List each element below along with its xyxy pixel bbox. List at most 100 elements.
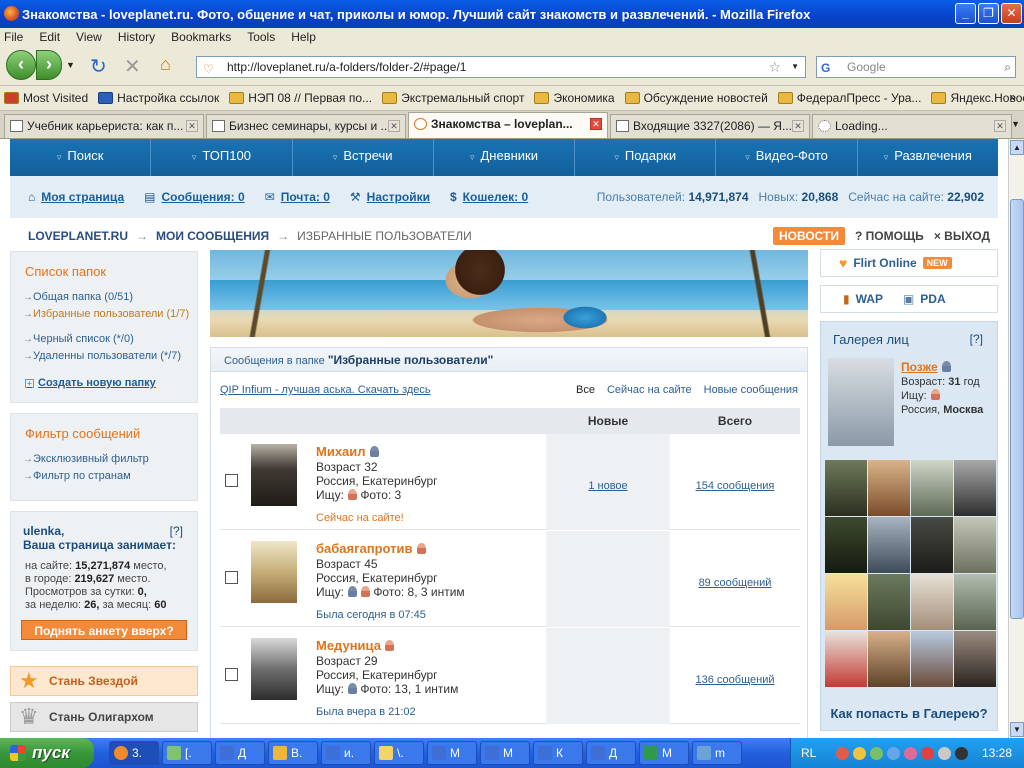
- filter-exclusive[interactable]: Эксклюзивный фильтр: [23, 453, 197, 466]
- nav-diaries[interactable]: Дневники: [434, 139, 576, 176]
- tab-inbox[interactable]: Входящие 3327(2086) — Я... ✕: [610, 114, 810, 138]
- featured-photo[interactable]: [828, 358, 894, 446]
- close-tab-icon[interactable]: ✕: [994, 120, 1006, 132]
- search-input[interactable]: G Google ⌕: [816, 56, 1016, 78]
- url-dropdown-icon[interactable]: ▼: [791, 57, 799, 77]
- search-magnifier-icon[interactable]: ⌕: [1004, 57, 1011, 77]
- breadcrumb-messages[interactable]: МОИ СООБЩЕНИЯ: [156, 229, 269, 243]
- stop-icon[interactable]: ✕: [124, 54, 141, 79]
- taskbar-item[interactable]: 3.: [109, 741, 159, 765]
- gallery-help-link[interactable]: [?]: [970, 332, 983, 346]
- menu-tools[interactable]: Tools: [247, 30, 275, 44]
- wap-link[interactable]: WAP: [856, 292, 883, 306]
- tray-icon[interactable]: [921, 746, 935, 760]
- tray-icon[interactable]: [853, 746, 867, 760]
- tray-icon[interactable]: [836, 746, 850, 760]
- total-messages-link[interactable]: 154 сообщения: [672, 480, 798, 492]
- breadcrumb-root[interactable]: LOVEPLANET.RU: [28, 229, 128, 243]
- gallery-thumb[interactable]: [911, 631, 953, 687]
- user-help-link[interactable]: [?]: [170, 524, 183, 538]
- taskbar-item[interactable]: М: [480, 741, 530, 765]
- nav-top100[interactable]: ТОП100: [151, 139, 293, 176]
- featured-name[interactable]: Позже: [901, 360, 938, 374]
- user-photo[interactable]: [251, 541, 297, 603]
- tray-icon[interactable]: [870, 746, 884, 760]
- tray-icon[interactable]: [955, 746, 969, 760]
- menu-help[interactable]: Help: [291, 30, 316, 44]
- menu-edit[interactable]: Edit: [39, 30, 60, 44]
- reload-icon[interactable]: ↻: [90, 54, 107, 79]
- qip-ad-link[interactable]: QIP Infium - лучшая аська. Скачать здесь: [220, 384, 431, 396]
- exit-link[interactable]: × ВЫХОД: [934, 229, 990, 243]
- back-button[interactable]: ‹: [6, 50, 36, 80]
- settings-link[interactable]: Настройки: [367, 190, 430, 204]
- taskbar-item[interactable]: и.: [321, 741, 371, 765]
- menu-history[interactable]: History: [118, 30, 155, 44]
- tabs-list-icon[interactable]: ▼: [1011, 119, 1020, 129]
- bookmark-item[interactable]: Most Visited: [4, 91, 88, 105]
- tab-loveplanet[interactable]: Знакомства – loveplan... ✕: [408, 112, 608, 138]
- minimize-button[interactable]: _: [955, 3, 976, 24]
- gallery-thumb[interactable]: [868, 574, 910, 630]
- pda-link[interactable]: PDA: [920, 292, 945, 306]
- taskbar-item[interactable]: К: [533, 741, 583, 765]
- bookmark-folder[interactable]: Экстремальный спорт: [382, 91, 524, 105]
- home-icon[interactable]: ⌂: [160, 54, 171, 75]
- gallery-thumb[interactable]: [911, 517, 953, 573]
- bookmark-folder[interactable]: НЭП 08 // Первая по...: [229, 91, 372, 105]
- tab-seminars[interactable]: Бизнес семинары, курсы и ... ✕: [206, 114, 406, 138]
- become-oligarch-button[interactable]: ♛ Стань Олигархом: [10, 702, 198, 732]
- address-bar[interactable]: ♡ http://loveplanet.ru/a-folders/folder-…: [196, 56, 806, 78]
- folder-deleted[interactable]: Удаленны пользователи (*/7): [23, 350, 197, 363]
- tab-loading[interactable]: Loading... ✕: [812, 114, 1012, 138]
- bookmark-star-icon[interactable]: ☆: [768, 57, 781, 77]
- menu-view[interactable]: View: [76, 30, 102, 44]
- scroll-down-icon[interactable]: ▼: [1010, 722, 1024, 737]
- gallery-thumb[interactable]: [954, 460, 996, 516]
- messages-link[interactable]: Сообщения: 0: [161, 190, 244, 204]
- nav-gifts[interactable]: Подарки: [575, 139, 717, 176]
- row-checkbox[interactable]: [225, 571, 238, 584]
- scroll-thumb[interactable]: [1010, 199, 1024, 619]
- nav-meetings[interactable]: Встречи: [293, 139, 434, 176]
- gallery-thumb[interactable]: [825, 631, 867, 687]
- filter-all[interactable]: Все: [576, 384, 595, 396]
- page-scrollbar[interactable]: ▲ ▼: [1008, 139, 1024, 738]
- nav-entertainment[interactable]: Развлечения: [858, 139, 998, 176]
- taskbar-item[interactable]: М: [639, 741, 689, 765]
- gallery-thumb[interactable]: [825, 460, 867, 516]
- taskbar-item[interactable]: Д: [586, 741, 636, 765]
- forward-button[interactable]: ›: [36, 50, 62, 80]
- how-to-gallery-link[interactable]: Как попасть в Галерею?: [821, 706, 997, 721]
- become-star-button[interactable]: ★ Стань Звездой: [10, 666, 198, 696]
- taskbar-item[interactable]: [.: [162, 741, 212, 765]
- flirt-online-button[interactable]: ♥ Flirt Online NEW: [820, 249, 998, 277]
- start-button[interactable]: пуск: [0, 738, 94, 768]
- create-folder-link[interactable]: + Создать новую папку: [25, 377, 197, 389]
- filter-online[interactable]: Сейчас на сайте: [607, 384, 692, 396]
- close-tab-icon[interactable]: ✕: [590, 118, 602, 130]
- user-photo[interactable]: [251, 444, 297, 506]
- user-name[interactable]: бабаягапротив: [316, 541, 426, 556]
- folder-general[interactable]: Общая папка (0/51): [23, 291, 197, 304]
- gallery-thumb[interactable]: [954, 574, 996, 630]
- news-button[interactable]: НОВОСТИ: [772, 227, 845, 245]
- gallery-thumb[interactable]: [954, 631, 996, 687]
- total-messages-link[interactable]: 89 сообщений: [672, 577, 798, 589]
- maximize-button[interactable]: ❐: [978, 3, 999, 24]
- user-name[interactable]: Медуница: [316, 638, 394, 653]
- mail-link[interactable]: Почта: 0: [281, 190, 330, 204]
- bookmark-item[interactable]: Настройка ссылок: [98, 91, 219, 105]
- menu-file[interactable]: File: [4, 30, 23, 44]
- filter-countries[interactable]: Фильтр по странам: [23, 470, 197, 483]
- total-messages-link[interactable]: 136 сообщений: [672, 674, 798, 686]
- wallet-link[interactable]: Кошелек: 0: [463, 190, 528, 204]
- google-icon[interactable]: G: [821, 58, 830, 78]
- gallery-thumb[interactable]: [911, 460, 953, 516]
- close-tab-icon[interactable]: ✕: [186, 120, 198, 132]
- folder-favorites[interactable]: Избранные пользователи (1/7): [23, 308, 197, 321]
- gallery-thumb[interactable]: [868, 517, 910, 573]
- taskbar-item[interactable]: \.: [374, 741, 424, 765]
- close-button[interactable]: ✕: [1001, 3, 1022, 24]
- bookmark-folder[interactable]: ФедералПресс - Ура...: [777, 91, 921, 105]
